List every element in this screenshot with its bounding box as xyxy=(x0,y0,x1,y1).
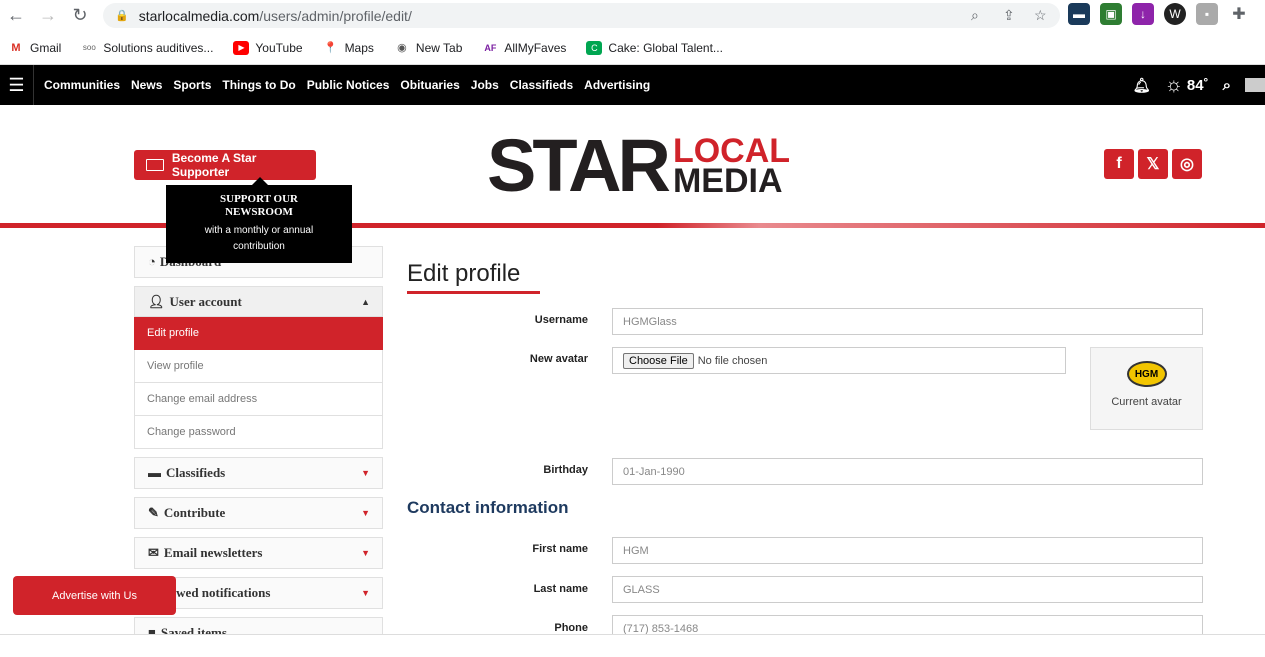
site-header: Become A Star Supporter SUPPORT OUR NEWS… xyxy=(0,105,1265,263)
page-title: Edit profile xyxy=(407,260,540,294)
extension-w-icon[interactable]: W xyxy=(1164,3,1186,25)
caret-down-icon: ▼ xyxy=(361,468,370,478)
bookmark-allmyfaves[interactable]: AF AllMyFaves xyxy=(482,41,566,55)
zoom-icon[interactable]: ⌕ xyxy=(971,7,979,24)
gmail-icon: M xyxy=(11,41,21,54)
sidebar-item-change-email[interactable]: Change email address xyxy=(134,383,383,416)
maps-icon: 📍 xyxy=(323,42,338,54)
sun-icon: ☼ xyxy=(1164,73,1183,96)
birthday-field[interactable]: 01-Jan-1990 xyxy=(612,458,1203,485)
sidebar-email-newsletters[interactable]: ✉ Email newsletters ▼ xyxy=(134,537,383,569)
sidebar-item-view-profile[interactable]: View profile xyxy=(134,350,383,383)
cake-icon: C xyxy=(586,40,603,55)
username-label: Username xyxy=(534,314,588,326)
reload-icon[interactable]: ↻ xyxy=(64,5,96,26)
sidebar-user-account[interactable]: 👤︎ User account ▲ xyxy=(134,286,383,317)
classifieds-icon: ▬ xyxy=(148,465,161,480)
dashboard-icon: ◔ xyxy=(148,254,156,269)
bookmark-gmail[interactable]: M Gmail xyxy=(8,41,61,55)
instagram-icon[interactable]: ◎ xyxy=(1172,149,1202,179)
soon-icon: soo xyxy=(82,43,96,52)
nav-classifieds[interactable]: Classifieds xyxy=(510,78,573,92)
extension-folder-icon[interactable]: ▬ xyxy=(1068,3,1090,25)
bottom-bar xyxy=(0,634,1265,651)
avatar-image: HGM xyxy=(1126,361,1167,387)
become-supporter-button[interactable]: Become A Star Supporter xyxy=(134,150,316,180)
bookmark-maps[interactable]: 📍 Maps xyxy=(323,41,374,55)
browser-toolbar: ← → ↻ 🔒 starlocalmedia.com/users/admin/p… xyxy=(0,0,1265,31)
nav-jobs[interactable]: Jobs xyxy=(471,78,499,92)
envelope-icon: ✉ xyxy=(148,545,159,560)
last-name-field[interactable]: GLASS xyxy=(612,576,1203,603)
extension-avatar-icon[interactable]: ▪ xyxy=(1196,3,1218,25)
back-icon[interactable]: ← xyxy=(0,5,32,26)
facebook-icon[interactable]: f xyxy=(1104,149,1134,179)
bookmark-cake[interactable]: C Cake: Global Talent... xyxy=(586,40,723,55)
youtube-icon: ▶ xyxy=(233,40,250,55)
bookmark-solutions[interactable]: soo Solutions auditives... xyxy=(81,41,214,55)
choose-file-button[interactable]: Choose File xyxy=(623,352,694,369)
username-field[interactable]: HGMGlass xyxy=(612,308,1203,335)
url-text: starlocalmedia.com/users/admin/profile/e… xyxy=(138,7,412,24)
pencil-icon: ✎ xyxy=(148,505,159,520)
user-icon: 👤︎ xyxy=(148,293,165,309)
allmyfaves-icon: AF xyxy=(484,42,497,53)
user-icon[interactable] xyxy=(1245,78,1265,92)
caret-down-icon: ▼ xyxy=(361,548,370,558)
nav-sports[interactable]: Sports xyxy=(173,78,211,92)
bookmarks-bar: M Gmail soo Solutions auditives... ▶ YouTub… xyxy=(0,31,1265,65)
bell-icon[interactable]: 🔔︎ xyxy=(1133,77,1151,94)
current-avatar: HGM Current avatar xyxy=(1090,347,1203,430)
forward-icon[interactable]: → xyxy=(32,5,64,26)
advertise-with-us-button[interactable]: Advertise with Us xyxy=(13,576,176,615)
extension-green-icon[interactable]: ▣ xyxy=(1100,3,1122,25)
bookmark-youtube[interactable]: ▶ YouTube xyxy=(233,40,303,55)
phone-label: Phone xyxy=(554,622,588,634)
sidebar-classifieds[interactable]: ▬ Classifieds ▼ xyxy=(134,457,383,489)
nav-public-notices[interactable]: Public Notices xyxy=(307,78,390,92)
caret-down-icon: ▼ xyxy=(361,588,370,598)
newspaper-icon xyxy=(146,159,164,171)
nav-things-to-do[interactable]: Things to Do xyxy=(222,78,295,92)
nav-advertising[interactable]: Advertising xyxy=(584,78,650,92)
nav-news[interactable]: News xyxy=(131,78,162,92)
sidebar-item-change-password[interactable]: Change password xyxy=(134,416,383,449)
extension-download-icon[interactable]: ↓ xyxy=(1132,3,1154,25)
first-name-field[interactable]: HGM xyxy=(612,537,1203,564)
sidebar-item-edit-profile[interactable]: Edit profile xyxy=(134,317,383,350)
caret-down-icon: ▼ xyxy=(361,508,370,518)
sidebar-contribute[interactable]: ✎ Contribute ▼ xyxy=(134,497,383,529)
puzzle-icon[interactable]: ✚ xyxy=(1228,3,1250,25)
hamburger-menu-icon[interactable]: ☰ xyxy=(0,65,34,105)
share-icon[interactable]: ⇪ xyxy=(1003,7,1015,24)
birthday-label: Birthday xyxy=(543,464,588,476)
social-links: f 𝕏 ◎ xyxy=(1104,149,1202,179)
avatar-file-input[interactable]: Choose File No file chosen xyxy=(612,347,1066,374)
contact-info-heading: Contact information xyxy=(407,498,569,517)
address-bar[interactable]: 🔒 starlocalmedia.com/users/admin/profile… xyxy=(103,3,1060,28)
temperature: 84˚ xyxy=(1186,76,1209,94)
support-tooltip: SUPPORT OUR NEWSROOM with a monthly or a… xyxy=(166,177,352,263)
search-icon[interactable]: ⌕ xyxy=(1223,77,1231,94)
site-logo[interactable]: STAR LOCAL MEDIA xyxy=(487,129,790,203)
avatar-label: New avatar xyxy=(529,353,588,365)
nav-communities[interactable]: Communities xyxy=(44,78,120,92)
last-name-label: Last name xyxy=(533,583,588,595)
x-twitter-icon[interactable]: 𝕏 xyxy=(1138,149,1168,179)
first-name-label: First name xyxy=(532,543,588,555)
lock-icon: 🔒 xyxy=(115,10,129,22)
nav-obituaries[interactable]: Obituaries xyxy=(400,78,459,92)
caret-up-icon: ▲ xyxy=(361,296,370,307)
star-bookmark-icon[interactable]: ☆ xyxy=(1034,7,1047,24)
bookmark-newtab[interactable]: ◉ New Tab xyxy=(394,41,462,55)
globe-icon: ◉ xyxy=(397,42,407,54)
edit-profile-form: Edit profile Username HGMGlass New avata… xyxy=(407,260,1203,642)
site-navbar: ☰ Communities News Sports Things to Do P… xyxy=(0,65,1265,105)
